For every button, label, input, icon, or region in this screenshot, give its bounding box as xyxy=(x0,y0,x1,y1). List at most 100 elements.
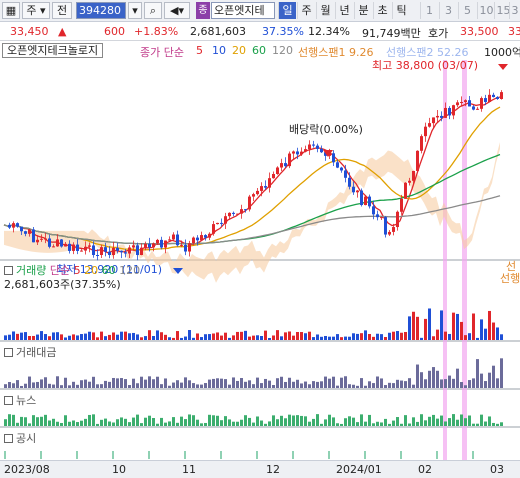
tab-minute[interactable]: 분 xyxy=(354,2,372,19)
amount-bar xyxy=(472,378,475,388)
volume-bar xyxy=(28,335,31,340)
interval-1[interactable]: 1 xyxy=(420,2,438,19)
candle xyxy=(180,244,183,246)
volume-bar xyxy=(252,335,255,340)
unit-label: 1000억 xyxy=(484,46,520,59)
code-dropdown-icon[interactable]: ▾ xyxy=(128,2,142,19)
volume-bar xyxy=(140,337,143,340)
price-chart[interactable]: 최고 38,800 (03/07)최저 13,920 (11/01)배당락(0.… xyxy=(0,60,520,460)
interval-30[interactable]: 3 xyxy=(509,2,520,19)
news-bar xyxy=(356,422,359,426)
news-bar xyxy=(336,423,339,426)
volume-bar xyxy=(428,308,431,340)
volume-checkbox[interactable] xyxy=(4,266,13,275)
news-bar xyxy=(44,414,47,426)
news-bar xyxy=(176,422,179,426)
candle xyxy=(152,243,155,248)
amount-bar xyxy=(140,376,143,388)
news-checkbox[interactable] xyxy=(4,396,13,405)
news-bar xyxy=(320,423,323,426)
interval-5[interactable]: 5 xyxy=(458,2,476,19)
interval-10[interactable]: 10 xyxy=(477,2,495,19)
amount-bar xyxy=(136,383,139,388)
volume-bar xyxy=(344,336,347,340)
grid-icon[interactable]: ▦ xyxy=(2,2,20,19)
news-bar xyxy=(280,415,283,426)
tab-tick[interactable]: 틱 xyxy=(392,2,410,19)
news-bar xyxy=(200,423,203,426)
event-highlight xyxy=(462,60,467,460)
volume-bar xyxy=(492,322,495,340)
news-bar xyxy=(488,416,491,426)
news-bar xyxy=(456,419,459,426)
period-type-select[interactable]: 전 xyxy=(52,2,72,19)
candle xyxy=(308,144,311,150)
volume-bar xyxy=(124,331,127,340)
candle xyxy=(484,98,487,102)
candle xyxy=(376,214,379,218)
news-bar xyxy=(332,417,335,426)
volume-bar xyxy=(128,333,131,340)
tab-year[interactable]: 년 xyxy=(335,2,353,19)
stock-name-field[interactable]: 오픈엣지테 xyxy=(211,2,275,19)
tab-week[interactable]: 주 xyxy=(297,2,315,19)
volume-bar xyxy=(244,330,247,340)
candle xyxy=(184,244,187,252)
amount-bar xyxy=(488,372,491,388)
dividend-annotation: 배당락(0.00%) xyxy=(289,123,363,136)
candle xyxy=(280,163,283,168)
disclosure-legend: 공시 xyxy=(4,430,36,446)
news-bar xyxy=(184,419,187,426)
chart-stock-name[interactable]: 오픈엣지테크놀로지 xyxy=(2,43,104,58)
stock-code-input[interactable]: 394280 xyxy=(76,2,126,19)
amount-bar xyxy=(216,378,219,388)
volume-bar xyxy=(228,337,231,340)
candle xyxy=(392,227,395,232)
amount-bar xyxy=(276,378,279,388)
candle xyxy=(224,216,227,224)
search-icon[interactable]: ⌕ xyxy=(144,2,162,19)
amount-bar xyxy=(232,377,235,388)
volume-bar xyxy=(164,334,167,340)
candle xyxy=(28,229,31,234)
amount-checkbox[interactable] xyxy=(4,348,13,357)
market-select[interactable]: 주 ▾ xyxy=(22,2,50,19)
candle xyxy=(228,212,231,217)
volume-bar xyxy=(272,335,275,340)
tab-second[interactable]: 초 xyxy=(373,2,391,19)
volume-bar xyxy=(32,335,35,340)
news-bar xyxy=(8,414,11,426)
tab-month[interactable]: 월 xyxy=(316,2,334,19)
amount-bar xyxy=(148,376,151,388)
tab-day[interactable]: 일 xyxy=(278,2,296,19)
news-bar xyxy=(76,422,79,426)
interval-3[interactable]: 3 xyxy=(439,2,457,19)
disclosure-checkbox[interactable] xyxy=(4,434,13,443)
amount-bar xyxy=(348,384,351,388)
news-bar xyxy=(484,421,487,426)
amount-bar xyxy=(364,385,367,388)
volume-bar xyxy=(144,336,147,340)
volume-bar xyxy=(4,335,7,340)
volume-bar xyxy=(356,333,359,340)
candle xyxy=(212,224,215,234)
candle xyxy=(148,243,151,248)
amount-bar xyxy=(500,358,503,388)
amount-bar xyxy=(328,378,331,388)
candle xyxy=(500,92,503,100)
news-bar xyxy=(364,421,367,426)
volume-bar xyxy=(420,337,423,340)
candle xyxy=(60,239,63,247)
news-bar xyxy=(288,414,291,426)
volume-bar xyxy=(468,333,471,340)
news-bar xyxy=(492,422,495,426)
news-bar xyxy=(196,419,199,426)
x-axis: 2023/08 10 11 12 2024/01 02 03 xyxy=(0,460,520,478)
candle xyxy=(108,251,111,255)
amount-bar xyxy=(464,385,467,388)
volume-bar xyxy=(460,321,463,340)
ma10-label: 10 xyxy=(212,44,226,57)
candle xyxy=(100,247,103,255)
candle xyxy=(204,235,207,238)
sound-icon[interactable]: ◀▾ xyxy=(164,2,190,19)
